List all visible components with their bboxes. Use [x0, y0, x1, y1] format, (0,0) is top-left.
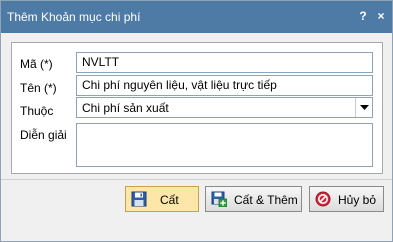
- parent-label: Thuộc: [20, 104, 54, 118]
- save-label: Cất: [160, 193, 179, 207]
- cancel-icon: [315, 191, 331, 207]
- description-field[interactable]: [76, 123, 373, 167]
- cancel-label: Hủy bỏ: [338, 193, 377, 207]
- name-field[interactable]: Chi phí nguyên liệu, vật liệu trực tiếp: [76, 75, 373, 96]
- cancel-button[interactable]: Hủy bỏ: [309, 186, 384, 212]
- add-expense-item-dialog: Thêm Khoản mục chi phí ? × Mã (*) NVLTT …: [0, 0, 393, 242]
- footer-divider: [1, 179, 392, 180]
- floppy-add-icon: [211, 191, 228, 208]
- name-label: Tên (*): [20, 81, 57, 95]
- parent-select-value: Chi phí sản xuất: [82, 101, 169, 115]
- code-label: Mã (*): [20, 57, 53, 71]
- code-field[interactable]: NVLTT: [76, 52, 373, 73]
- floppy-disk-icon: [131, 191, 147, 207]
- help-icon[interactable]: ?: [356, 8, 370, 24]
- parent-select[interactable]: Chi phí sản xuất: [76, 97, 373, 118]
- title-bar[interactable]: Thêm Khoản mục chi phí ? ×: [1, 1, 392, 33]
- description-label: Diễn giải: [20, 128, 67, 142]
- chevron-down-icon: [360, 105, 369, 110]
- dialog-title: Thêm Khoản mục chi phí: [7, 10, 141, 24]
- parent-dropdown-button[interactable]: [355, 98, 372, 117]
- save-and-add-button[interactable]: Cất & Thêm: [205, 186, 302, 212]
- save-button[interactable]: Cất: [125, 186, 199, 212]
- save-and-add-label: Cất & Thêm: [234, 193, 298, 207]
- close-icon[interactable]: ×: [374, 8, 388, 24]
